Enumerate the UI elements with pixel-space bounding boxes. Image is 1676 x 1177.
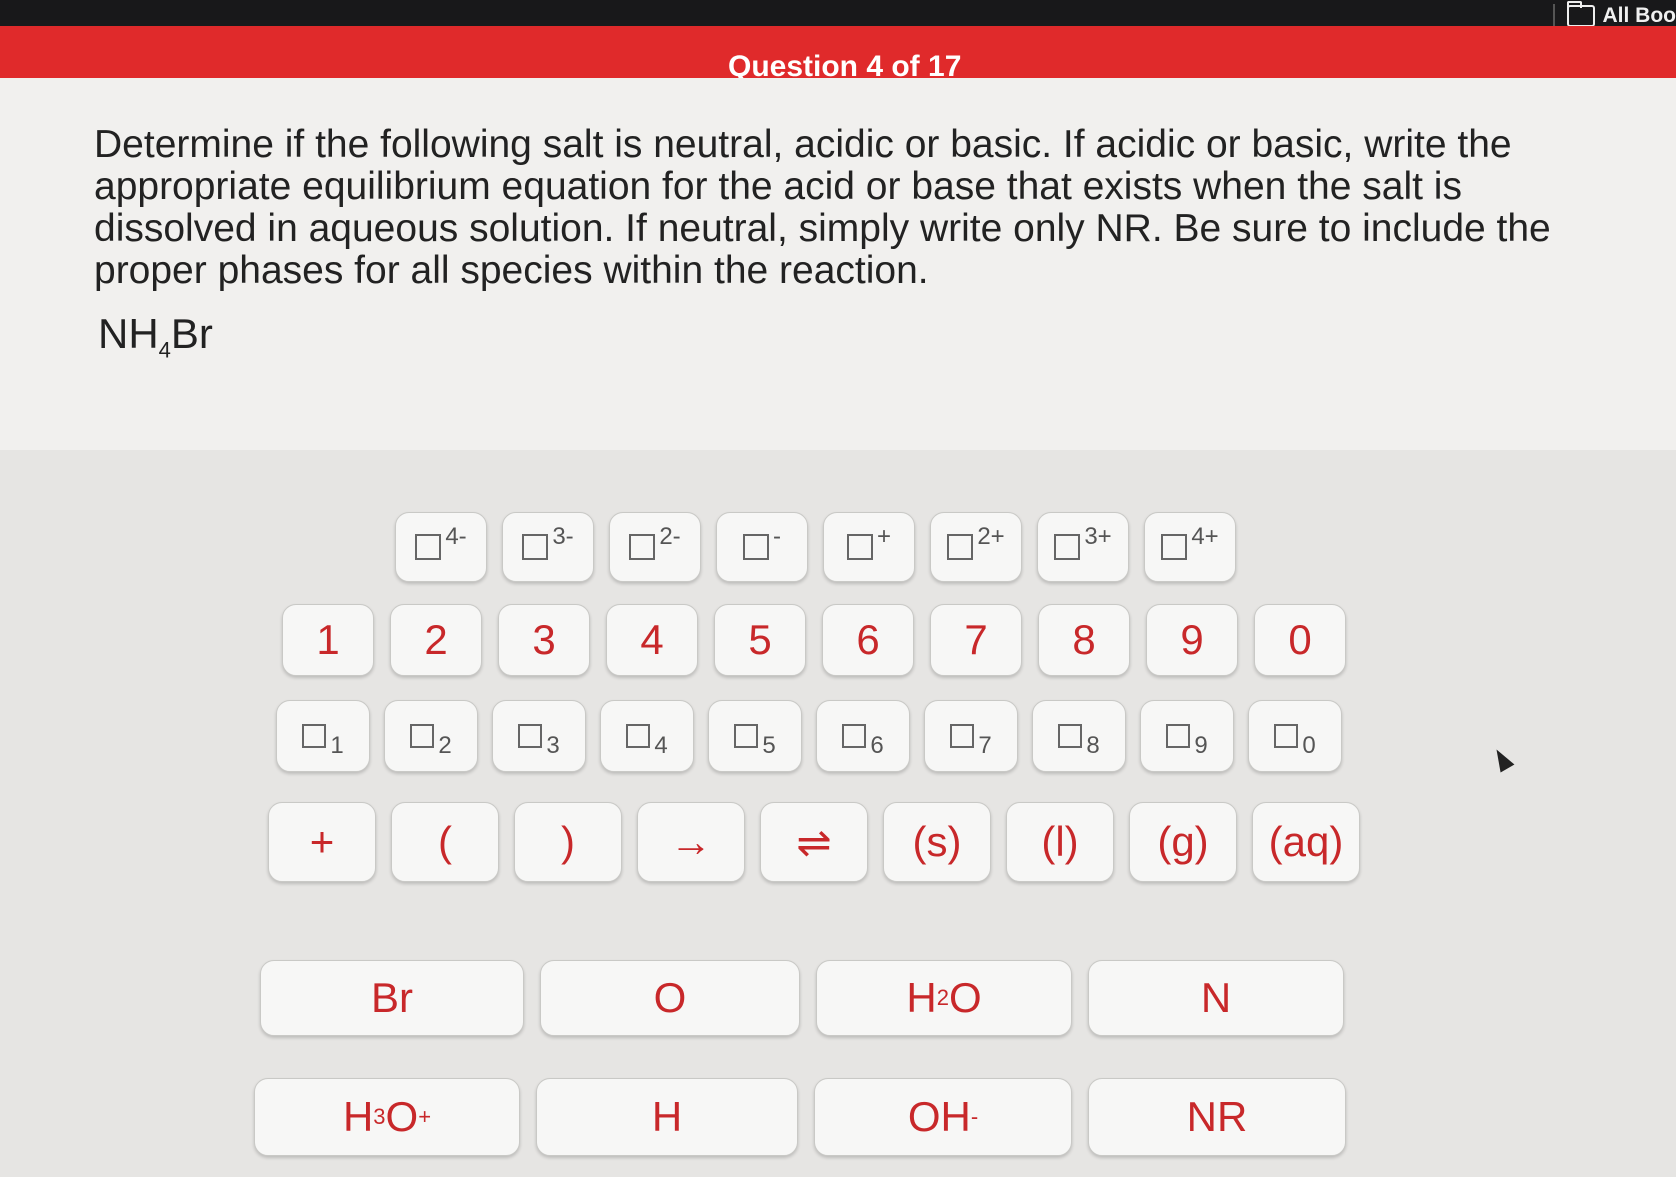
placeholder-box-icon — [743, 534, 769, 560]
subscript-5-button[interactable]: 5 — [708, 700, 802, 772]
browser-topbar: All Boo — [0, 0, 1676, 28]
digit-4-button[interactable]: 4 — [606, 604, 698, 676]
placeholder-box-icon — [734, 724, 759, 748]
species-nr-button[interactable]: NR — [1088, 1078, 1346, 1156]
all-bookmarks[interactable]: All Boo — [1552, 1, 1676, 28]
charge-4plus-button[interactable]: 4+ — [1144, 512, 1236, 582]
question-prompt: Determine if the following salt is neutr… — [94, 123, 1551, 292]
digit-8-button[interactable]: 8 — [1038, 604, 1130, 676]
species-h3o-button[interactable]: H 3 O + — [254, 1078, 520, 1156]
placeholder-box-icon — [302, 724, 327, 748]
gas-phase-button[interactable]: (g) — [1129, 802, 1237, 882]
placeholder-box-icon — [629, 534, 656, 560]
charge-minus-button[interactable]: - — [716, 512, 808, 582]
charge-3plus-button[interactable]: 3+ — [1037, 512, 1129, 582]
placeholder-box-icon — [522, 534, 549, 560]
subscript-3-button[interactable]: 3 — [492, 700, 586, 772]
answer-keypad: 4- 3- 2- - + 2+ 3+ 4+ 1 2 3 4 5 6 7 8 9 … — [0, 450, 1676, 1177]
species-oh-button[interactable]: OH - — [814, 1078, 1072, 1156]
subscript-2-button[interactable]: 2 — [384, 700, 478, 772]
digit-3-button[interactable]: 3 — [498, 604, 590, 676]
species-h2o-button[interactable]: H2O — [816, 960, 1072, 1036]
subscript-4-button[interactable]: 4 — [600, 700, 694, 772]
charge-2plus-button[interactable]: 2+ — [930, 512, 1022, 582]
digit-9-button[interactable]: 9 — [1146, 604, 1238, 676]
charge-4minus-button[interactable]: 4- — [395, 512, 487, 582]
liquid-phase-button[interactable]: (l) — [1006, 802, 1114, 882]
subscript-7-button[interactable]: 7 — [924, 700, 1018, 772]
subscript-1-button[interactable]: 1 — [276, 700, 370, 772]
placeholder-box-icon — [415, 534, 442, 560]
placeholder-box-icon — [846, 534, 873, 560]
placeholder-box-icon — [1161, 534, 1188, 560]
subscript-6-button[interactable]: 6 — [816, 700, 910, 772]
open-paren-button[interactable]: ( — [391, 802, 499, 882]
placeholder-box-icon — [842, 724, 867, 748]
digit-7-button[interactable]: 7 — [930, 604, 1022, 676]
placeholder-box-icon — [1274, 724, 1299, 748]
placeholder-box-icon — [950, 724, 975, 748]
arrow-button[interactable]: → — [637, 802, 745, 882]
species-h-button[interactable]: H — [536, 1078, 798, 1156]
aqueous-phase-button[interactable]: (aq) — [1252, 802, 1360, 882]
placeholder-box-icon — [626, 724, 651, 748]
placeholder-box-icon — [947, 534, 974, 560]
subscript-0-button[interactable]: 0 — [1248, 700, 1342, 772]
close-paren-button[interactable]: ) — [514, 802, 622, 882]
bookmarks-label: All Boo — [1602, 4, 1676, 27]
digit-2-button[interactable]: 2 — [390, 604, 482, 676]
subscript-8-button[interactable]: 8 — [1032, 700, 1126, 772]
digit-5-button[interactable]: 5 — [714, 604, 806, 676]
placeholder-box-icon — [518, 724, 543, 748]
species-o-button[interactable]: O — [540, 960, 800, 1036]
plus-button[interactable]: + — [268, 802, 376, 882]
placeholder-box-icon — [1166, 724, 1191, 748]
charge-2minus-button[interactable]: 2- — [609, 512, 701, 582]
digit-0-button[interactable]: 0 — [1254, 604, 1346, 676]
charge-3minus-button[interactable]: 3- — [502, 512, 594, 582]
digit-1-button[interactable]: 1 — [282, 604, 374, 676]
digit-6-button[interactable]: 6 — [822, 604, 914, 676]
folder-icon — [1566, 1, 1595, 27]
solid-phase-button[interactable]: (s) — [883, 802, 991, 882]
placeholder-box-icon — [410, 724, 435, 748]
species-n-button[interactable]: N — [1088, 960, 1344, 1036]
salt-formula: NH4Br — [98, 310, 213, 363]
question-panel: Determine if the following salt is neutr… — [0, 78, 1676, 450]
placeholder-box-icon — [1054, 534, 1081, 560]
subscript-9-button[interactable]: 9 — [1140, 700, 1234, 772]
species-br-button[interactable]: Br — [260, 960, 524, 1036]
charge-plus-button[interactable]: + — [823, 512, 915, 582]
placeholder-box-icon — [1058, 724, 1083, 748]
equilibrium-button[interactable]: ⇌ — [760, 802, 868, 882]
